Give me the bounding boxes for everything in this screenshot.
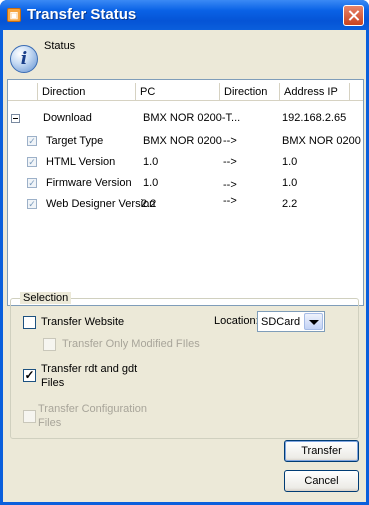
transfer-status-window: ▣ Transfer Status i Status Direction PC … [0,0,369,505]
row-arrow: --> [223,135,237,147]
collapse-icon[interactable] [11,114,20,123]
row-checkbox[interactable]: ✓ [27,136,37,146]
table-header: Direction PC Direction Address IP [8,83,363,101]
transfer-configuration-checkbox[interactable] [23,410,36,423]
transfer-rdt-gdt-label-line2[interactable]: Files [41,377,64,390]
location-value: SDCard [261,316,301,328]
close-button[interactable] [343,5,364,26]
location-select[interactable]: SDCard [257,311,325,332]
row-address: BMX NOR 0200 [282,135,361,147]
column-header-direction-2[interactable]: Direction [220,83,280,101]
transfer-status-table[interactable]: Direction PC Direction Address IP Downlo… [7,79,364,306]
row-pc: 2.2 [141,198,157,210]
table-row[interactable]: ✓ HTML Version 1.0 --> 1.0 [8,153,363,171]
row-pc: BMX NOR 0200 [143,135,222,147]
dialog-body: i Status Direction PC Direction Address … [3,30,366,502]
transfer-only-modified-checkbox[interactable] [43,338,56,351]
transfer-configuration-label-line2: Files [38,417,62,429]
table-row[interactable]: ✓ Target Type BMX NOR 0200 --> BMX NOR 0… [8,132,363,150]
transfer-configuration-label-line1: Transfer Configuration [38,403,148,415]
app-icon: ▣ [7,8,21,22]
row-address: 1.0 [282,177,298,189]
column-header-pc[interactable]: PC [136,83,220,101]
window-title: Transfer Status [27,6,137,23]
row-checkbox[interactable]: ✓ [27,157,37,167]
row-pc: BMX NOR 0200-T... [143,112,241,124]
column-header-address-ip[interactable]: Address IP [280,83,350,101]
row-direction: Web Designer Version [46,198,156,210]
row-pc: 1.0 [143,177,159,189]
transfer-only-modified-label: Transfer Only Modified FIles [62,338,200,350]
row-address: 192.168.2.65 [282,112,347,124]
column-header-direction[interactable]: Direction [38,83,136,101]
row-direction: Firmware Version [46,177,132,189]
row-direction: HTML Version [46,156,116,168]
transfer-website-checkbox[interactable] [23,316,36,329]
row-pc: 1.0 [143,156,159,168]
transfer-website-label[interactable]: Transfer Website [41,316,124,329]
row-direction: Target Type [46,135,104,147]
header-spacer [8,83,38,101]
table-row[interactable]: ✓ Firmware Version 1.0 --> 1.0 [8,174,363,192]
dropdown-arrow-icon[interactable] [304,313,323,330]
transfer-rdt-gdt-label-line1[interactable]: Transfer rdt and gdt [41,363,137,376]
transfer-rdt-gdt-checkbox[interactable]: ✓ [23,369,36,382]
row-address: 2.2 [282,198,298,210]
title-bar[interactable]: ▣ Transfer Status [0,0,369,30]
transfer-button[interactable]: Transfer [284,440,359,462]
row-address: 1.0 [282,156,298,168]
row-checkbox[interactable]: ✓ [27,178,37,188]
row-checkbox[interactable]: ✓ [27,199,37,209]
status-label: Status [44,40,76,52]
row-arrow: --> [223,195,237,207]
row-direction: Download [43,112,92,124]
info-icon: i [10,45,38,73]
cancel-button[interactable]: Cancel [284,470,359,492]
table-row[interactable]: Download BMX NOR 0200-T... 192.168.2.65 [8,109,363,127]
location-label: Location: [214,315,259,327]
table-row[interactable]: ✓ Web Designer Version 2.2 --> 2.2 [8,195,363,213]
row-arrow: --> [223,156,237,168]
selection-group-label: Selection [20,292,72,304]
